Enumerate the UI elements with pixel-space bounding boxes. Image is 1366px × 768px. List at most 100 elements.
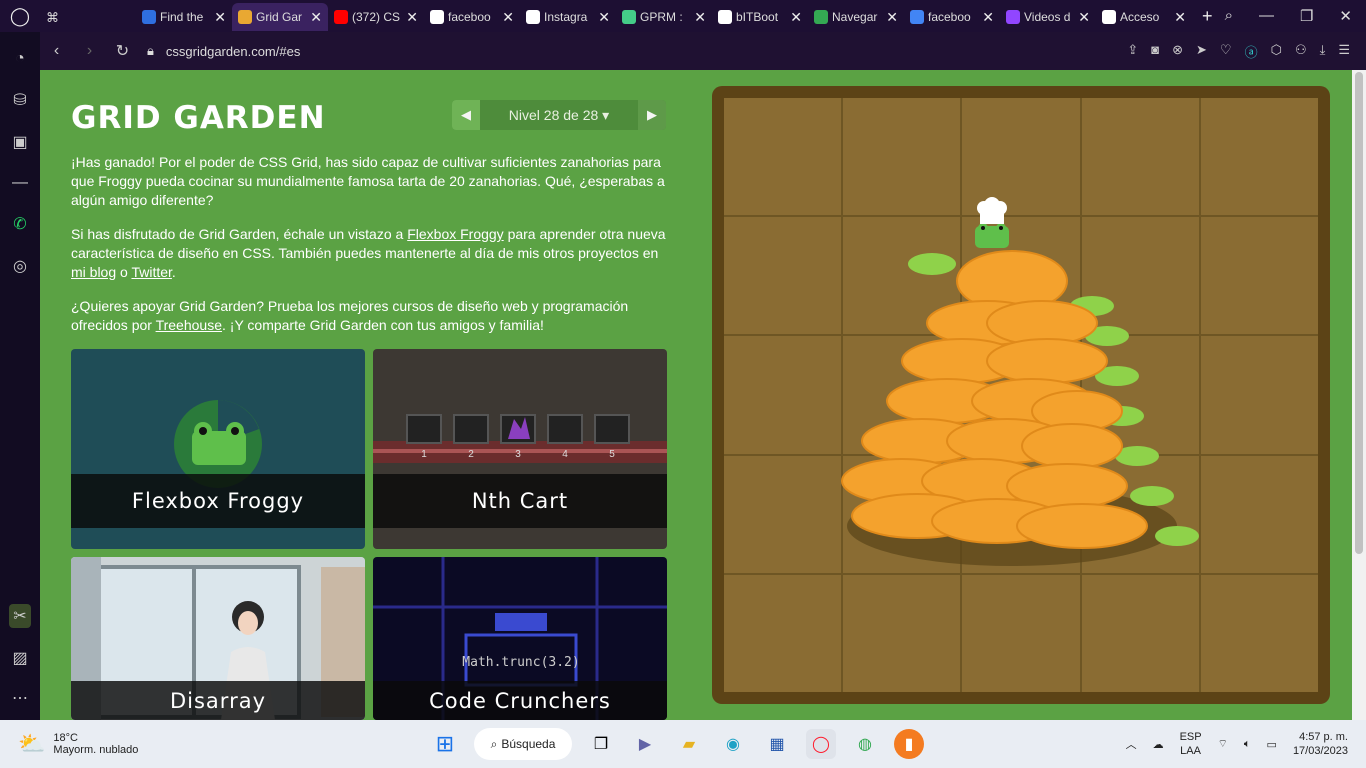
volume-icon[interactable]: 🔈︎ (1244, 738, 1251, 751)
close-tab-icon[interactable]: ✕ (502, 9, 514, 26)
flexbox-froggy-link[interactable]: Flexbox Froggy (407, 226, 503, 242)
more-icon[interactable]: ⋯ (12, 688, 28, 708)
tab-favicon-icon (526, 10, 540, 24)
browser-tab[interactable]: ⌘ (40, 3, 136, 31)
battery-icon[interactable]: ▭ (1267, 738, 1277, 751)
cart-number: 4 (562, 449, 568, 460)
share-icon[interactable]: ⇪ (1127, 42, 1138, 61)
url-text: cssgridgarden.com/#es (165, 43, 301, 59)
clock[interactable]: 4:57 p. m. 17/03/2023 (1293, 730, 1348, 758)
close-tab-icon[interactable]: ✕ (790, 9, 802, 26)
browser-tab[interactable]: Navegar ✕ (808, 3, 904, 31)
card-label: Nth Cart (373, 474, 667, 528)
close-tab-icon[interactable]: ✕ (598, 9, 610, 26)
browser-tab[interactable]: (372) CS ✕ (328, 3, 424, 31)
onedrive-icon[interactable]: ☁ (1153, 738, 1164, 751)
weather-widget[interactable]: ⛅ 18°C Mayorm. nublado (0, 731, 330, 757)
twitter-link[interactable]: Twitter (131, 264, 171, 280)
instagram-icon[interactable]: ◎ (13, 256, 27, 276)
close-tab-icon[interactable]: ✕ (310, 9, 322, 26)
page-scrollbar[interactable] (1352, 70, 1366, 720)
extensions-icon[interactable]: ⬡ (1271, 42, 1282, 61)
chat-icon[interactable]: ▶ (630, 729, 660, 759)
language-indicator[interactable]: ESP LAA (1180, 730, 1202, 758)
tab-favicon-icon (334, 10, 348, 24)
adblock-icon[interactable]: ⊗ (1172, 42, 1183, 61)
browser-tab[interactable]: Videos d ✕ (1000, 3, 1096, 31)
forward-icon[interactable]: › (73, 42, 106, 60)
treehouse-link[interactable]: Treehouse (156, 317, 222, 333)
edge-icon[interactable]: ◉ (718, 729, 748, 759)
browser-tab[interactable]: faceboo ✕ (424, 3, 520, 31)
blog-link[interactable]: mi blog (71, 264, 116, 280)
tab-title: (372) CS (352, 10, 401, 24)
close-tab-icon[interactable]: ✕ (694, 9, 706, 26)
minimize-icon[interactable]: — (1259, 7, 1274, 25)
tab-title: GPRM : (640, 10, 683, 24)
tab-favicon-icon (718, 10, 732, 24)
prev-level-button[interactable]: ◀ (452, 100, 480, 130)
reload-icon[interactable]: ↻ (106, 41, 139, 61)
gallery-icon[interactable]: ▨ (12, 648, 27, 668)
send-icon[interactable]: ➤ (1196, 42, 1207, 61)
card-nth-cart[interactable]: 1 2 3 4 5 Nth Cart (373, 349, 667, 549)
chrome-icon[interactable]: ◍ (850, 729, 880, 759)
easy-setup-icon[interactable]: ☰ (1338, 42, 1350, 61)
windows-start-icon[interactable]: ⊞ (430, 729, 460, 759)
browser-tab[interactable]: bITBoot ✕ (712, 3, 808, 31)
card-flexbox-froggy[interactable]: Flexbox Froggy (71, 349, 365, 549)
scrollbar-thumb[interactable] (1355, 72, 1363, 554)
tab-favicon-icon (142, 10, 156, 24)
cart-number: 5 (609, 449, 615, 460)
chevron-up-icon[interactable]: ︿ (1126, 736, 1137, 752)
tab-favicon-icon (910, 10, 924, 24)
search-tabs-icon[interactable]: ⌕ (1225, 7, 1233, 25)
browser-tab[interactable]: Grid Gar ✕ (232, 3, 328, 31)
whatsapp-icon[interactable]: ✆ (13, 214, 26, 234)
browser-tab[interactable]: GPRM : ✕ (616, 3, 712, 31)
stats-app-icon[interactable]: ▮ (894, 729, 924, 759)
back-icon[interactable]: ‹ (40, 42, 73, 60)
tools-icon[interactable]: ✂ (9, 604, 31, 628)
card-label: Flexbox Froggy (71, 474, 365, 528)
camera-icon[interactable]: ◙ (1151, 42, 1159, 61)
browser-tab[interactable]: Instagra ✕ (520, 3, 616, 31)
new-tab-button[interactable]: + (1192, 6, 1223, 27)
garden-board (712, 86, 1330, 704)
opera-taskbar-icon[interactable]: ◯ (806, 729, 836, 759)
store-icon[interactable]: ▦ (762, 729, 792, 759)
card-code-crunchers[interactable]: Math.trunc(3.2) Code Crunchers (373, 557, 667, 720)
tab-favicon-icon (430, 10, 444, 24)
level-label[interactable]: Nivel 28 de 28 ▾ (480, 107, 638, 124)
heart-icon[interactable]: ♡ (1220, 42, 1232, 61)
taskbar-search[interactable]: ⌕ Búsqueda (474, 728, 572, 760)
browser-tab[interactable]: faceboo ✕ (904, 3, 1000, 31)
restore-icon[interactable]: ❐ (1300, 7, 1313, 25)
opera-logo-icon[interactable]: ◯ (0, 0, 40, 32)
tab-favicon-icon (814, 10, 828, 24)
shopping-icon[interactable]: ⛁ (13, 90, 26, 110)
close-tab-icon[interactable]: ✕ (886, 9, 898, 26)
close-tab-icon[interactable]: ✕ (1174, 9, 1186, 26)
speed-dial-icon[interactable]: ◔ (15, 50, 25, 68)
download-icon[interactable]: ⤓ (1320, 42, 1326, 61)
browser-tab[interactable]: Find the ✕ (136, 3, 232, 31)
close-tab-icon[interactable]: ✕ (982, 9, 994, 26)
close-tab-icon[interactable]: ✕ (1078, 9, 1090, 26)
task-view-icon[interactable]: ❐ (586, 729, 616, 759)
cloud-sun-icon: ⛅ (18, 731, 46, 756)
profile-icon[interactable]: ⚇ (1295, 42, 1307, 61)
crypto-wallet-icon[interactable]: ▣ (12, 132, 27, 152)
card-disarray[interactable]: Disarray (71, 557, 365, 720)
browser-tab[interactable]: Acceso ✕ (1096, 3, 1192, 31)
divider: — (12, 174, 28, 191)
next-level-button[interactable]: ▶ (638, 100, 666, 130)
aria-icon[interactable]: ⓐ (1245, 42, 1258, 61)
url-field[interactable]: 🔒︎ cssgridgarden.com/#es (147, 43, 300, 59)
wifi-icon[interactable]: ⌔ (1218, 737, 1228, 751)
close-tab-icon[interactable]: ✕ (214, 9, 226, 26)
weather-desc: Mayorm. nublado (53, 744, 139, 756)
close-window-icon[interactable]: ✕ (1339, 7, 1352, 25)
file-explorer-icon[interactable]: ▰ (674, 729, 704, 759)
close-tab-icon[interactable]: ✕ (406, 9, 418, 26)
